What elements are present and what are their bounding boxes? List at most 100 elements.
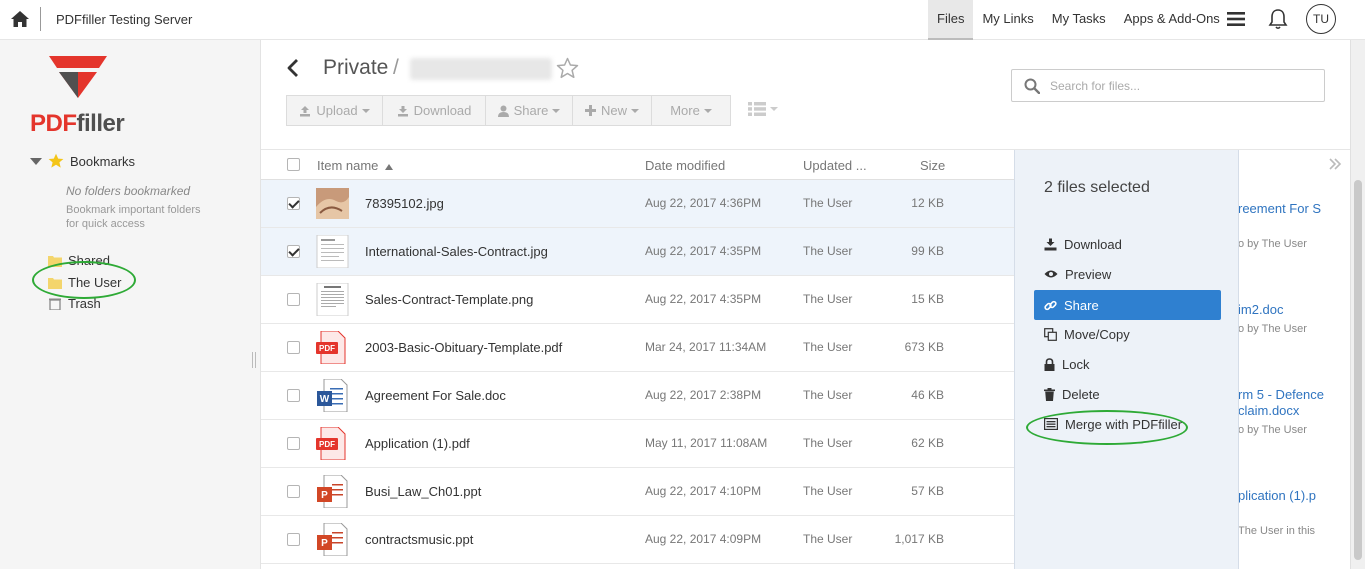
top-nav: Files My Links My Tasks Apps & Add-Ons [928,0,1229,40]
action-label: Delete [1062,386,1100,402]
search-icon [1024,78,1040,94]
breadcrumb-private[interactable]: Private [323,56,388,80]
share-label: Share [513,103,549,118]
sidebar-resize-handle[interactable] [252,352,256,368]
file-updated-by: The User [803,436,853,450]
user-avatar[interactable]: TU [1306,4,1336,34]
breadcrumb-current-folder-redacted [410,58,552,80]
row-checkbox[interactable] [287,533,300,546]
user-icon [497,105,509,117]
activity-link[interactable]: plication (1).p [1238,488,1316,503]
download-icon [1044,238,1057,250]
row-checkbox[interactable] [287,197,300,210]
home-icon[interactable] [10,9,30,29]
bookmarks-label: Bookmarks [70,153,136,169]
file-size: 57 KB [911,484,944,498]
share-button[interactable]: Share [485,95,573,126]
file-name[interactable]: Busi_Law_Ch01.ppt [365,484,481,499]
activity-meta: o by The User [1238,424,1307,436]
file-name[interactable]: contractsmusic.ppt [365,532,473,547]
more-label: More [670,103,700,118]
file-date: Aug 22, 2017 4:09PM [645,532,762,546]
file-name[interactable]: International-Sales-Contract.jpg [365,244,548,259]
view-mode-toggle[interactable] [748,102,778,116]
download-icon [397,105,408,116]
search-input[interactable] [1050,78,1300,93]
file-updated-by: The User [803,484,853,498]
action-label: Preview [1065,266,1112,282]
panel-download-action[interactable]: Download [1034,229,1221,259]
select-all-checkbox[interactable] [287,158,300,171]
file-date: Aug 22, 2017 4:35PM [645,292,762,306]
activity-link[interactable]: im2.doc [1238,302,1284,317]
new-label: New [600,103,627,118]
document-thumbnail-icon [316,235,349,268]
row-checkbox[interactable] [287,389,300,402]
file-name[interactable]: Agreement For Sale.doc [365,388,506,403]
upload-button[interactable]: Upload [286,95,383,126]
column-header-date[interactable]: Date modified [645,158,725,173]
activity-meta: o by The User [1238,323,1307,335]
row-checkbox[interactable] [287,293,300,306]
annotation-circle-the-user [32,261,136,299]
nav-apps-addons[interactable]: Apps & Add-Ons [1115,0,1229,40]
nav-files[interactable]: Files [928,0,974,40]
nav-my-links[interactable]: My Links [973,0,1042,40]
file-size: 12 KB [911,196,944,210]
plus-icon [584,105,596,116]
document-thumbnail-icon [316,283,349,316]
row-checkbox[interactable] [287,245,300,258]
selection-panel: 2 files selected Download Preview Share … [1014,150,1239,569]
search-box [1011,69,1325,102]
row-checkbox[interactable] [287,485,300,498]
download-button[interactable]: Download [382,95,486,126]
powerpoint-file-icon: P [317,523,348,556]
activity-link[interactable]: rm 5 - Defence [1238,387,1324,402]
panel-share-action[interactable]: Share [1034,290,1221,320]
page-scrollbar[interactable] [1350,40,1365,569]
activity-meta: o by The User [1238,238,1307,250]
nav-my-tasks[interactable]: My Tasks [1043,0,1115,40]
panel-delete-action[interactable]: Delete [1034,379,1221,409]
file-name[interactable]: 78395102.jpg [365,196,444,211]
pdf-file-icon: PDF [316,427,346,460]
file-name[interactable]: 2003-Basic-Obituary-Template.pdf [365,340,562,355]
file-updated-by: The User [803,532,853,546]
file-date: Aug 22, 2017 4:36PM [645,196,762,210]
panel-move-copy-action[interactable]: Move/Copy [1034,319,1221,349]
row-checkbox[interactable] [287,341,300,354]
activity-meta: The User in this [1238,525,1316,537]
column-header-name[interactable]: Item name [317,158,394,173]
back-arrow-icon[interactable] [286,58,300,78]
download-label: Download [413,103,472,118]
file-toolbar: Upload Download Share New More [286,95,731,126]
chevron-down-icon [770,107,778,111]
column-header-updated[interactable]: Updated ... [803,158,867,173]
file-name[interactable]: Application (1).pdf [365,436,470,451]
bookmarks-toggle[interactable]: Bookmarks [30,153,135,169]
new-button[interactable]: New [572,95,652,126]
top-bar: PDFfiller Testing Server Files My Links … [0,0,1365,40]
pdffiller-logo-text: PDFfiller [30,110,125,137]
upload-icon [300,105,311,116]
favorite-star-icon[interactable] [556,57,579,79]
activity-link[interactable]: claim.docx [1238,403,1299,418]
trash-icon [49,298,61,310]
row-checkbox[interactable] [287,437,300,450]
chevron-down-icon [631,108,639,113]
scrollbar-thumb[interactable] [1354,180,1362,560]
double-chevron-right-icon[interactable] [1328,157,1342,171]
panel-preview-action[interactable]: Preview [1034,259,1221,289]
panel-lock-action[interactable]: Lock [1034,349,1221,379]
bell-icon[interactable] [1268,8,1288,30]
trash-icon [1044,387,1055,401]
file-size: 15 KB [911,292,944,306]
column-header-size[interactable]: Size [920,158,945,173]
chevron-down-icon [703,108,712,113]
more-button[interactable]: More [651,95,731,126]
file-date: Aug 22, 2017 4:10PM [645,484,762,498]
no-bookmarks-text: No folders bookmarked [66,184,191,198]
file-name[interactable]: Sales-Contract-Template.png [365,292,533,307]
activity-link[interactable]: reement For S [1238,201,1321,216]
hamburger-menu-icon[interactable] [1227,11,1245,27]
